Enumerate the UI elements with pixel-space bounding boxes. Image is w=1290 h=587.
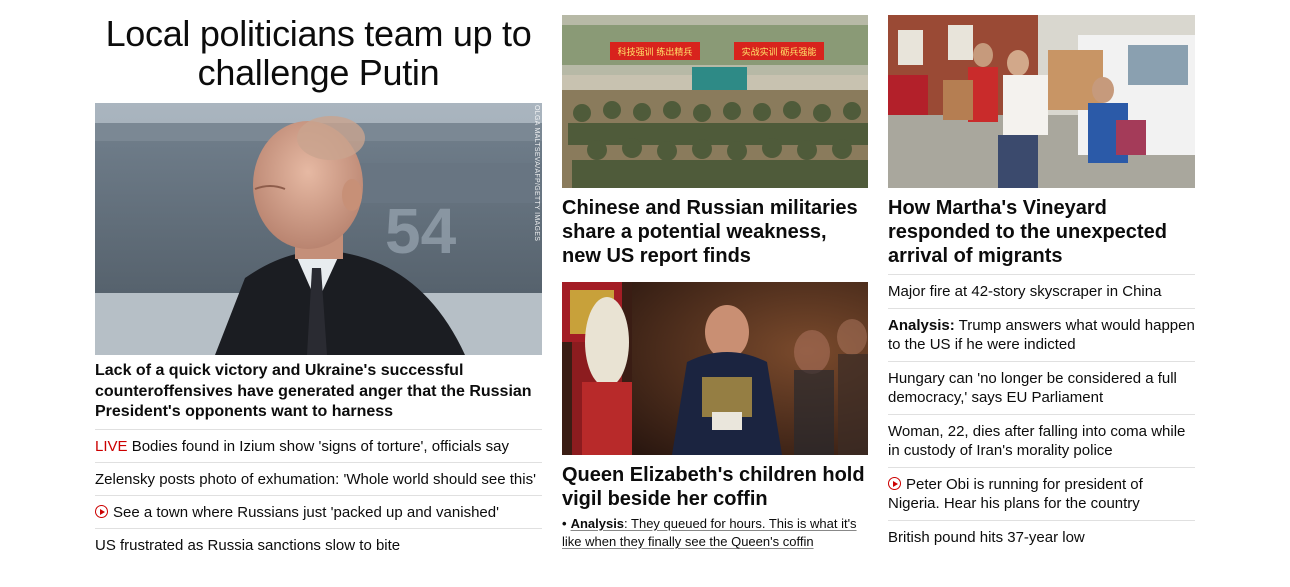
list-item-text[interactable]: Zelensky posts photo of exhumation: 'Who… <box>95 471 536 488</box>
play-video-icon <box>888 477 901 490</box>
queen-analysis[interactable]: • Analysis: They queued for hours. This i… <box>562 515 868 551</box>
list-item-text[interactable]: US frustrated as Russia sanctions slow t… <box>95 537 400 554</box>
list-item[interactable]: Analysis: Trump answers what would happe… <box>888 308 1195 361</box>
list-item-text[interactable]: See a town where Russians just 'packed u… <box>113 504 499 521</box>
analysis-link[interactable]: Analysis: They queued for hours. This is… <box>562 516 857 549</box>
list-item[interactable]: Major fire at 42-story skyscraper in Chi… <box>888 274 1195 308</box>
list-item[interactable]: Woman, 22, dies after falling into coma … <box>888 414 1195 467</box>
analysis-label: Analysis: <box>888 317 955 334</box>
list-item-text[interactable]: Hungary can 'no longer be considered a f… <box>888 370 1177 406</box>
queen-headline[interactable]: Queen Elizabeth's children hold vigil be… <box>562 463 868 511</box>
lead-link-list: LIVE Bodies found in Izium show 'signs o… <box>95 429 542 561</box>
list-item-text[interactable]: Bodies found in Izium show 'signs of tor… <box>132 438 509 455</box>
soldiers-photo[interactable]: 科技强训 练出精兵 实战实训 砺兵强能 <box>562 15 868 188</box>
photo-credit: OLGA MALTSEVA/AFP/GETTY IMAGES <box>533 105 540 242</box>
migrants-photo[interactable] <box>888 15 1195 188</box>
play-video-icon <box>95 505 108 518</box>
list-item-text[interactable]: Major fire at 42-story skyscraper in Chi… <box>888 283 1161 300</box>
lead-headline[interactable]: Lack of a quick victory and Ukraine's su… <box>95 361 542 423</box>
list-item-text[interactable]: British pound hits 37-year low <box>888 529 1085 546</box>
analysis-label: Analysis <box>570 516 625 531</box>
banner-left-text: 科技强训 练出精兵 <box>618 46 693 58</box>
list-item-text[interactable]: Peter Obi is running for president of Ni… <box>888 476 1143 512</box>
banner-right-text: 实战实训 砺兵强能 <box>742 46 817 58</box>
svg-text:54: 54 <box>385 195 457 267</box>
list-item[interactable]: Zelensky posts photo of exhumation: 'Who… <box>95 462 542 495</box>
list-item-text[interactable]: Woman, 22, dies after falling into coma … <box>888 423 1185 459</box>
lead-section-title[interactable]: Local politicians team up to challenge P… <box>95 14 542 92</box>
list-item[interactable]: US frustrated as Russia sanctions slow t… <box>95 528 542 561</box>
marthas-vineyard-headline[interactable]: How Martha's Vineyard responded to the u… <box>888 196 1195 268</box>
military-headline[interactable]: Chinese and Russian militaries share a p… <box>562 196 868 268</box>
live-label: LIVE <box>95 438 128 455</box>
putin-photo[interactable]: 54 OLGA MALTSEVA/AFP/GETTY IMAGES <box>95 103 542 355</box>
list-item[interactable]: Hungary can 'no longer be considered a f… <box>888 361 1195 414</box>
right-link-list: Major fire at 42-story skyscraper in Chi… <box>888 274 1195 554</box>
vigil-photo[interactable] <box>562 282 868 455</box>
list-item[interactable]: Peter Obi is running for president of Ni… <box>888 467 1195 520</box>
bullet-dot: • <box>562 516 567 531</box>
list-item[interactable]: British pound hits 37-year low <box>888 520 1195 554</box>
list-item[interactable]: LIVE Bodies found in Izium show 'signs o… <box>95 429 542 462</box>
list-item[interactable]: See a town where Russians just 'packed u… <box>95 495 542 528</box>
